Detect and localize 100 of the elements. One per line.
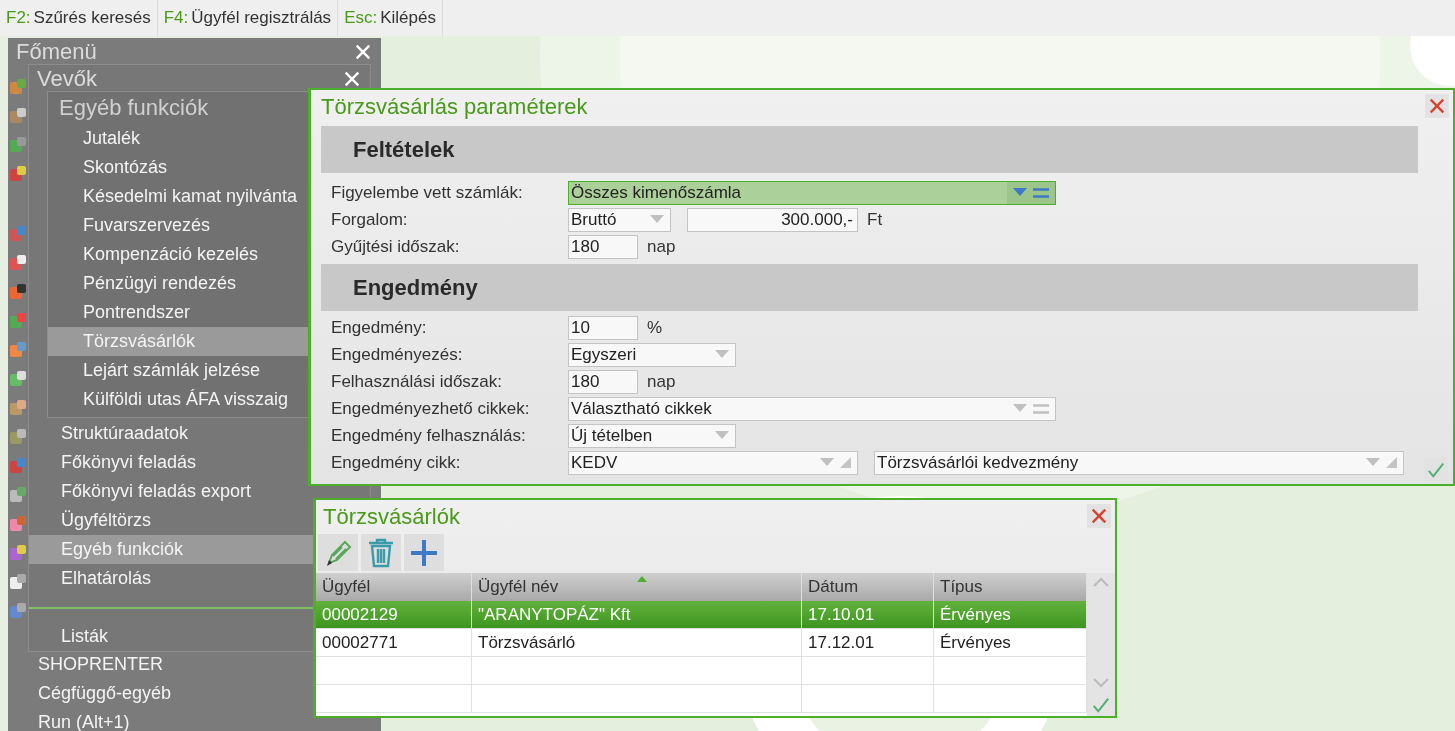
dropdown-arrow-icon xyxy=(650,215,664,224)
menu-item[interactable]: Skontózás xyxy=(48,153,310,182)
sort-arrow-icon xyxy=(636,576,647,582)
plus-icon xyxy=(410,538,438,567)
close-button[interactable] xyxy=(1425,94,1449,118)
input-field[interactable]: 180 xyxy=(568,234,638,259)
lookup-field[interactable]: KEDV xyxy=(568,450,858,475)
submenu-title: Egyéb funkciók xyxy=(59,95,209,121)
menu-item[interactable]: Pénzügyi rendezés xyxy=(48,269,310,298)
table-cell[interactable]: Érvényes xyxy=(934,601,1087,629)
scroll-up-button[interactable] xyxy=(1093,577,1109,587)
module-icon[interactable] xyxy=(9,283,27,301)
corner-triangle-icon xyxy=(840,457,851,468)
dropdown-arrow-icon xyxy=(820,458,834,467)
dropdown-arrow-icon xyxy=(715,431,729,440)
combo-field[interactable]: Összes kimenőszámla xyxy=(568,180,1056,205)
field-label: Gyűjtési időszak: xyxy=(330,236,461,257)
add-button[interactable] xyxy=(404,534,444,571)
module-icon[interactable] xyxy=(9,254,27,272)
dialog-title: Törzsvásárlás paraméterek xyxy=(321,94,588,120)
input-field[interactable]: 180 xyxy=(568,369,638,394)
table-cell[interactable]: 17.12.01 xyxy=(802,629,934,657)
amount-field[interactable]: 300.000,- xyxy=(687,207,858,232)
table-cell[interactable] xyxy=(316,657,472,685)
module-icon[interactable] xyxy=(9,544,27,562)
table-cell[interactable] xyxy=(472,657,802,685)
column-header[interactable]: Dátum xyxy=(802,573,934,601)
module-icon[interactable] xyxy=(9,399,27,417)
menu-item[interactable]: Pontrendszer xyxy=(48,298,310,327)
field-label: Engedmény cikk: xyxy=(330,452,462,473)
menu-item[interactable]: Késedelmi kamat nyilvánta xyxy=(48,182,310,211)
menu-item[interactable]: Külföldi utas ÁFA visszaig xyxy=(48,385,310,414)
field-label: Engedmény: xyxy=(330,317,428,338)
table-cell[interactable] xyxy=(802,657,934,685)
menu-title: Vevők xyxy=(37,66,97,92)
unit-label: % xyxy=(647,317,663,338)
menu-item[interactable]: Jutalék xyxy=(48,124,310,153)
module-icon[interactable] xyxy=(9,515,27,533)
menu-item[interactable]: Kompenzáció kezelés xyxy=(48,240,310,269)
section-header: Engedmény xyxy=(321,264,1418,311)
table-cell[interactable]: Törzsvásárló xyxy=(472,629,802,657)
check-icon xyxy=(1092,696,1110,714)
section-header: Feltételek xyxy=(321,126,1418,173)
unit-label: nap xyxy=(647,371,676,392)
module-icon[interactable] xyxy=(9,370,27,388)
module-icon[interactable] xyxy=(9,428,27,446)
unit-label: Ft xyxy=(867,209,883,230)
edit-button[interactable] xyxy=(318,534,358,571)
column-header[interactable]: Ügyfél név xyxy=(472,573,802,601)
table-cell[interactable] xyxy=(472,685,802,713)
dialog-title: Törzsvásárlók xyxy=(323,504,460,530)
close-icon xyxy=(1428,97,1446,115)
close-icon xyxy=(1090,507,1108,525)
table-cell[interactable]: 17.10.01 xyxy=(802,601,934,629)
combo-field[interactable]: Választható cikkek xyxy=(568,396,1056,421)
module-icon[interactable] xyxy=(9,486,27,504)
select-field[interactable]: Bruttó xyxy=(568,207,671,232)
scroll-down-button[interactable] xyxy=(1093,678,1109,688)
column-header[interactable]: Ügyfél xyxy=(316,573,472,601)
table-cell[interactable] xyxy=(802,685,934,713)
delete-button[interactable] xyxy=(361,534,401,571)
menu-item[interactable]: Lejárt számlák jelzése xyxy=(48,356,310,385)
menu-lines-icon xyxy=(1033,403,1049,414)
lookup-field[interactable]: Törzsvásárlói kedvezmény xyxy=(874,450,1404,475)
chevron-down-icon xyxy=(1093,678,1109,688)
dropdown-arrow-icon xyxy=(1366,458,1380,467)
module-icon[interactable] xyxy=(9,107,27,125)
table-cell[interactable] xyxy=(316,685,472,713)
module-icon[interactable] xyxy=(9,573,27,591)
menu-item[interactable]: Törzsvásárlók xyxy=(48,327,310,356)
menu-item[interactable]: Run (Alt+1) xyxy=(28,708,381,731)
shortcut-button[interactable]: F4: Ügyfél regisztrálás xyxy=(157,0,339,36)
chevron-up-icon xyxy=(1093,577,1109,587)
close-button[interactable] xyxy=(1087,504,1111,528)
close-icon xyxy=(354,43,372,61)
module-icon[interactable] xyxy=(9,602,27,620)
table-cell[interactable]: "ARANYTOPÁZ" Kft xyxy=(472,601,802,629)
table-cell[interactable]: 00002129 xyxy=(316,601,472,629)
confirm-button[interactable] xyxy=(1092,696,1110,714)
close-icon xyxy=(343,70,361,88)
dropdown-arrow-icon xyxy=(1013,404,1027,413)
column-header[interactable]: Típus xyxy=(934,573,1087,601)
field-label: Figyelembe vett számlák: xyxy=(330,182,524,203)
check-icon xyxy=(1426,461,1445,479)
select-field[interactable]: Új tételben xyxy=(568,423,736,448)
field-label: Felhasználási időszak: xyxy=(330,371,504,392)
menu-item[interactable]: Fuvarszervezés xyxy=(48,211,310,240)
trash-icon xyxy=(367,537,395,568)
field-label: Engedményezhető cikkek: xyxy=(330,398,531,419)
module-icon[interactable] xyxy=(9,165,27,183)
field-label: Forgalom: xyxy=(330,209,409,230)
select-field[interactable]: Egyszeri xyxy=(568,342,736,367)
table-cell[interactable]: 00002771 xyxy=(316,629,472,657)
input-field[interactable]: 10 xyxy=(568,315,638,340)
table-cell[interactable]: Érvényes xyxy=(934,629,1087,657)
field-label: Engedményezés: xyxy=(330,344,464,365)
shortcut-button[interactable]: F2: Szűrés keresés xyxy=(0,0,158,36)
corner-triangle-icon xyxy=(1386,457,1397,468)
menu-lines-icon xyxy=(1033,187,1049,198)
dropdown-arrow-icon xyxy=(715,350,729,359)
